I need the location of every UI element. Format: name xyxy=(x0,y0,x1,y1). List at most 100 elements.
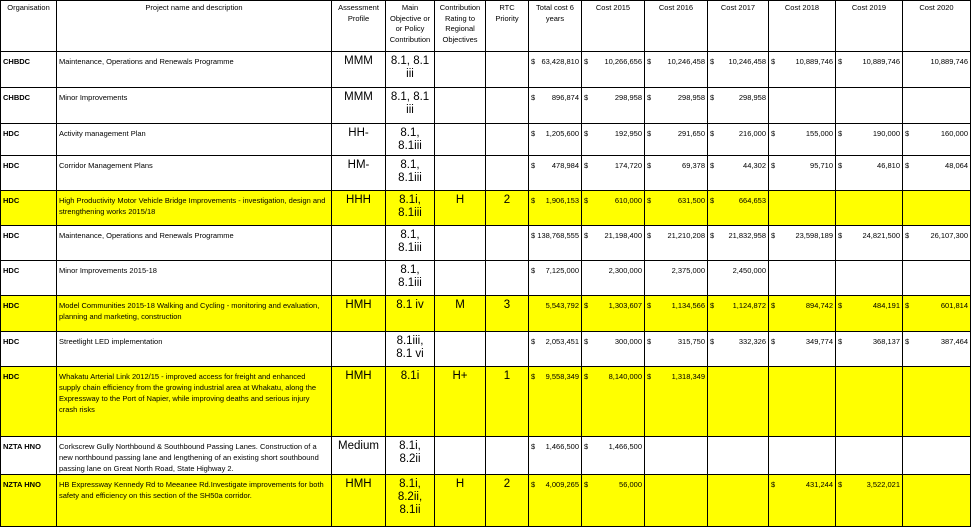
project-description-cell: Activity management Plan xyxy=(56,123,332,156)
cost-value: 10,889,746 xyxy=(795,57,833,66)
cost-value: 216,000 xyxy=(738,129,766,138)
cost-value: 332,326 xyxy=(738,337,766,346)
projects-table: Organisation Project name and description… xyxy=(0,0,971,527)
currency-symbol: $ xyxy=(647,129,652,138)
column-header-cost-2020: Cost 2020 xyxy=(902,0,971,52)
cost-value: 48,064 xyxy=(945,161,968,170)
rtc-priority-cell xyxy=(485,436,529,475)
cost-cell: $10,246,458 xyxy=(707,51,769,88)
rtc-priority-cell xyxy=(485,51,529,88)
cost-value: 298,958 xyxy=(614,93,642,102)
project-description-cell: Maintenance, Operations and Renewals Pro… xyxy=(56,51,332,88)
cost-cell xyxy=(902,366,971,437)
currency-symbol: $ xyxy=(838,480,843,489)
cost-cell xyxy=(707,474,769,527)
cost-cell: $349,774 xyxy=(768,331,836,367)
project-description-cell: Minor Improvements 2015-18 xyxy=(56,260,332,296)
cost-cell: $1,134,566 xyxy=(644,295,708,332)
cost-value: 174,720 xyxy=(614,161,642,170)
cost-value: 21,198,400 xyxy=(604,231,642,240)
total-cost-cell: 5,543,792 xyxy=(528,295,582,332)
cost-cell: $190,000 xyxy=(835,123,903,156)
cost-cell xyxy=(902,87,971,124)
organisation-cell: CHBDC xyxy=(0,51,57,88)
cost-value: 155,000 xyxy=(805,129,833,138)
cost-cell: $664,653 xyxy=(707,190,769,226)
cost-cell: $10,889,746 xyxy=(768,51,836,88)
rtc-priority-cell xyxy=(485,260,529,296)
currency-symbol: $ xyxy=(838,129,843,138)
cost-cell: 10,889,746 xyxy=(902,51,971,88)
project-description-cell: Whakatu Arterial Link 2012/15 - improved… xyxy=(56,366,332,437)
cost-value: 601,814 xyxy=(940,301,968,310)
project-description-cell: Corkscrew Gully Northbound & Southbound … xyxy=(56,436,332,475)
cost-cell: $10,246,458 xyxy=(644,51,708,88)
currency-symbol: $ xyxy=(584,442,589,451)
cost-value: 1,466,500 xyxy=(545,442,579,451)
currency-symbol: $ xyxy=(531,161,536,170)
assessment-profile-cell: HMH xyxy=(331,366,386,437)
cost-cell: $387,464 xyxy=(902,331,971,367)
currency-symbol: $ xyxy=(647,337,652,346)
cost-value: 44,302 xyxy=(743,161,766,170)
table-row: HDC Corridor Management Plans HM- 8.1, 8.1i… xyxy=(0,155,971,191)
cost-cell: 2,450,000 xyxy=(707,260,769,296)
cost-cell: $216,000 xyxy=(707,123,769,156)
currency-symbol: $ xyxy=(584,93,589,102)
main-objective-cell: 8.1i, 8.2ii xyxy=(385,436,435,475)
cost-cell xyxy=(707,366,769,437)
contribution-rating-cell xyxy=(434,87,486,124)
cost-value: 56,000 xyxy=(619,480,642,489)
cost-cell xyxy=(768,190,836,226)
column-header-cost-2016: Cost 2016 xyxy=(644,0,708,52)
header-row: Organisation Project name and description… xyxy=(0,0,971,52)
cost-value: 896,874 xyxy=(551,93,579,102)
column-header-cost-2015: Cost 2015 xyxy=(581,0,645,52)
currency-symbol: $ xyxy=(771,161,776,170)
cost-cell: $332,326 xyxy=(707,331,769,367)
currency-symbol: $ xyxy=(647,161,652,170)
total-cost-cell: $1,466,500 xyxy=(528,436,582,475)
cost-cell: $46,810 xyxy=(835,155,903,191)
cost-cell: $23,598,189 xyxy=(768,225,836,261)
cost-value: 10,266,656 xyxy=(604,57,642,66)
assessment-profile-cell: HMH xyxy=(331,295,386,332)
assessment-profile-cell: HH- xyxy=(331,123,386,156)
cost-cell xyxy=(902,436,971,475)
cost-cell: $24,821,500 xyxy=(835,225,903,261)
contribution-rating-cell: H+ xyxy=(434,366,486,437)
cost-cell: 2,300,000 xyxy=(581,260,645,296)
column-header-rtc-priority: RTC Priority xyxy=(485,0,529,52)
column-header-contribution-rating: Contribution Rating to Regional Objectiv… xyxy=(434,0,486,52)
currency-symbol: $ xyxy=(584,301,589,310)
cost-value: 1,906,153 xyxy=(545,196,579,205)
cost-value: 4,009,265 xyxy=(545,480,579,489)
cost-cell: $484,191 xyxy=(835,295,903,332)
cost-cell: $192,950 xyxy=(581,123,645,156)
cost-value: 9,558,349 xyxy=(545,372,579,381)
currency-symbol: $ xyxy=(710,337,715,346)
organisation-cell: HDC xyxy=(0,295,57,332)
cost-cell: $1,303,607 xyxy=(581,295,645,332)
currency-symbol: $ xyxy=(905,129,910,138)
organisation-cell: HDC xyxy=(0,366,57,437)
cost-value: 3,522,021 xyxy=(866,480,900,489)
currency-symbol: $ xyxy=(838,337,843,346)
currency-symbol: $ xyxy=(710,57,715,66)
cost-cell: $298,958 xyxy=(581,87,645,124)
contribution-rating-cell xyxy=(434,331,486,367)
cost-cell xyxy=(902,190,971,226)
project-description-cell: Maintenance, Operations and Renewals Pro… xyxy=(56,225,332,261)
cost-cell: $601,814 xyxy=(902,295,971,332)
cost-value: 291,650 xyxy=(677,129,705,138)
currency-symbol: $ xyxy=(710,129,715,138)
assessment-profile-cell: MMM xyxy=(331,87,386,124)
cost-value: 1,303,607 xyxy=(608,301,642,310)
contribution-rating-cell xyxy=(434,225,486,261)
currency-symbol: $ xyxy=(584,57,589,66)
column-header-cost-2018: Cost 2018 xyxy=(768,0,836,52)
cost-cell: $368,137 xyxy=(835,331,903,367)
cost-cell: $300,000 xyxy=(581,331,645,367)
currency-symbol: $ xyxy=(710,231,715,240)
currency-symbol: $ xyxy=(584,372,589,381)
